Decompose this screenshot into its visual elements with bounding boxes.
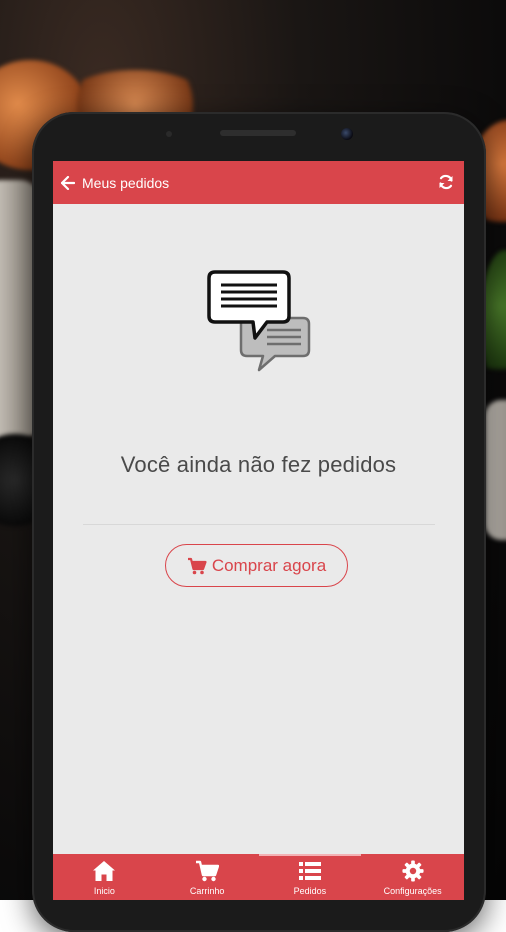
arrow-left-icon <box>61 176 75 190</box>
nav-label: Inicio <box>93 886 115 896</box>
cart-icon <box>196 860 220 882</box>
phone-speaker <box>220 130 296 136</box>
home-icon <box>93 861 116 881</box>
empty-orders-content: Você ainda não fez pedidos Comprar agora <box>53 204 464 854</box>
list-icon <box>298 862 321 880</box>
nav-item-configuracoes[interactable]: Configurações <box>361 854 464 900</box>
nav-label: Carrinho <box>189 886 225 896</box>
nav-item-carrinho[interactable]: Carrinho <box>156 854 259 900</box>
divider <box>83 524 435 525</box>
cart-icon <box>187 557 207 574</box>
sushi-blur <box>485 400 506 540</box>
nav-label: Pedidos <box>293 886 327 896</box>
app-header: Meus pedidos <box>53 161 464 204</box>
app-screen: Meus pedidos Você ainda não fez pedidos <box>53 161 464 900</box>
buy-now-label: Comprar agora <box>211 555 327 575</box>
nav-item-inicio[interactable]: Inicio <box>53 854 156 900</box>
nav-item-pedidos[interactable]: Pedidos <box>258 854 362 900</box>
page-title: Meus pedidos <box>82 175 170 191</box>
nav-label: Configurações <box>383 886 442 896</box>
refresh-icon[interactable] <box>438 174 454 190</box>
chat-bubbles-icon <box>207 270 311 372</box>
back-button[interactable]: Meus pedidos <box>61 173 169 193</box>
phone-camera <box>341 128 353 140</box>
empty-orders-message: Você ainda não fez pedidos <box>120 452 397 477</box>
bottom-navigation: Inicio Carrinho Pedidos Configurações <box>53 854 464 900</box>
buy-now-button[interactable]: Comprar agora <box>165 544 348 587</box>
phone-sensor <box>166 131 172 137</box>
gear-icon <box>402 860 424 882</box>
